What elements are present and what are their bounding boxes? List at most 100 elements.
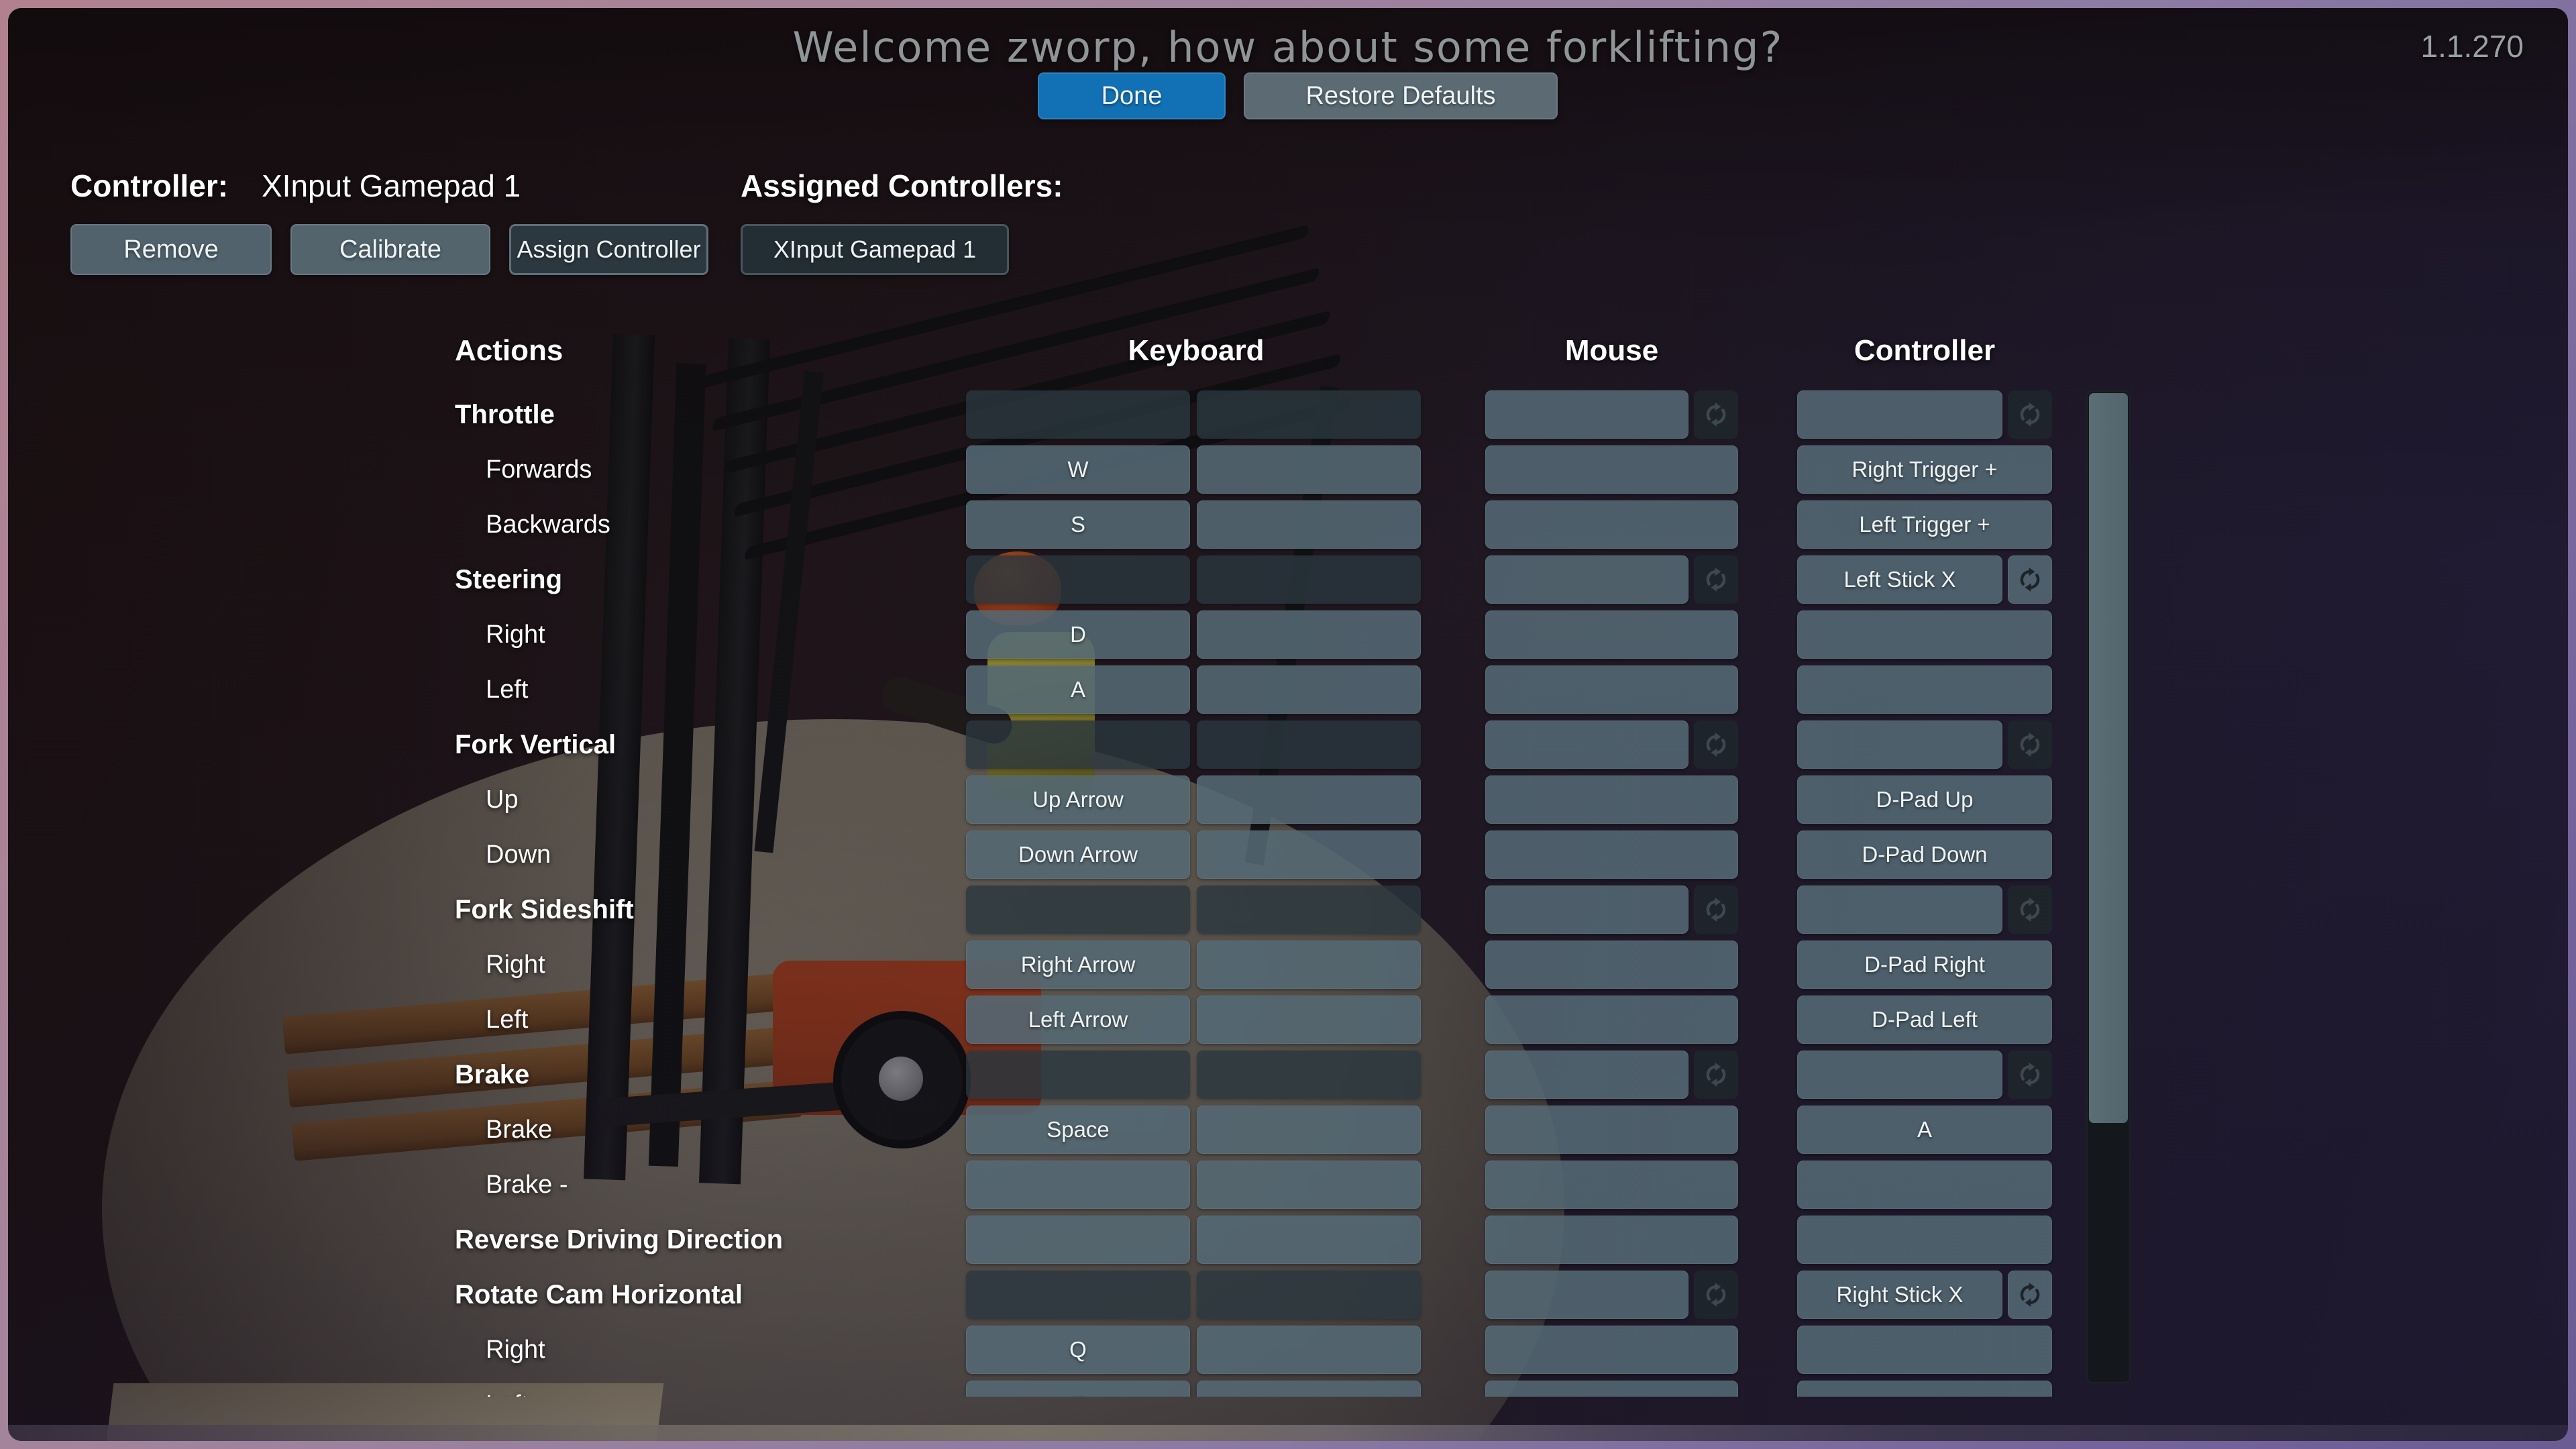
keyboard-alt-binding-cell[interactable] [1197,1326,1421,1374]
mouse-binding-cell[interactable] [1485,996,1738,1044]
controller-binding-cell[interactable] [1797,610,2052,659]
assign-controller-button[interactable]: Assign Controller [509,224,708,275]
controller-invert-button[interactable] [2008,1271,2052,1319]
keyboard-alt-binding-cell[interactable] [1197,1216,1421,1264]
keyboard-alt-binding-cell[interactable] [1197,665,1421,714]
keyboard-alt-binding-cell[interactable] [1197,941,1421,989]
done-button[interactable]: Done [1038,72,1226,119]
controller-binding-cell[interactable] [1797,885,2002,934]
controller-binding-cell[interactable] [1797,720,2002,769]
keyboard-binding-cell[interactable]: S [966,500,1190,549]
mouse-binding-cell[interactable] [1485,720,1688,769]
keyboard-binding-cell[interactable] [966,1161,1190,1209]
mouse-binding-cell[interactable] [1485,775,1738,824]
controller-binding-cell[interactable] [1797,390,2002,439]
table-row-forwards: Forwards W Right Trigger + [8,445,2141,494]
remove-button[interactable]: Remove [70,224,272,275]
mouse-binding-cell[interactable] [1485,445,1738,494]
controller-invert-button[interactable] [2008,555,2052,604]
mouse-binding-cell[interactable] [1485,500,1738,549]
mouse-binding-cell[interactable] [1485,1216,1738,1264]
keyboard-binding-cell[interactable]: Down Arrow [966,830,1190,879]
scrollbar-thumb[interactable] [2089,393,2128,1123]
mouse-binding-cell[interactable] [1485,555,1688,604]
mouse-binding-cell[interactable] [1485,941,1738,989]
controller-binding-cell[interactable]: A [1797,1106,2052,1154]
controller-invert-button[interactable] [2008,720,2052,769]
keyboard-alt-binding-cell[interactable] [1197,555,1421,604]
controller-invert-button[interactable] [2008,885,2052,934]
controller-binding-cell[interactable] [1797,1161,2052,1209]
controller-invert-button[interactable] [2008,390,2052,439]
keyboard-alt-binding-cell[interactable] [1197,500,1421,549]
controller-binding-cell[interactable]: D-Pad Up [1797,775,2052,824]
mouse-binding-cell[interactable] [1485,1381,1738,1397]
table-scrollbar[interactable] [2086,390,2131,1383]
keyboard-binding-cell[interactable]: Space [966,1106,1190,1154]
keyboard-binding-cell[interactable] [966,885,1190,934]
assigned-controller-chip[interactable]: XInput Gamepad 1 [741,224,1009,275]
mouse-binding-cell[interactable] [1485,885,1688,934]
keyboard-alt-binding-cell[interactable] [1197,720,1421,769]
mouse-binding-cell[interactable] [1485,390,1688,439]
mouse-invert-button[interactable] [1694,885,1738,934]
keyboard-binding-cell[interactable] [966,1051,1190,1099]
mouse-binding-cell[interactable] [1485,1326,1738,1374]
invert-axis-icon [2015,400,2045,429]
mouse-invert-button[interactable] [1694,1271,1738,1319]
keyboard-alt-binding-cell[interactable] [1197,775,1421,824]
mouse-binding-cell[interactable] [1485,1161,1738,1209]
keyboard-binding-cell[interactable] [966,390,1190,439]
keyboard-binding-cell[interactable]: W [966,445,1190,494]
controller-binding-cell[interactable] [1797,1051,2002,1099]
keyboard-binding-cell[interactable] [966,555,1190,604]
keyboard-binding-cell[interactable]: Right Arrow [966,941,1190,989]
restore-defaults-button[interactable]: Restore Defaults [1244,72,1558,119]
keyboard-alt-binding-cell[interactable] [1197,885,1421,934]
keyboard-alt-binding-cell[interactable] [1197,1106,1421,1154]
mouse-invert-button[interactable] [1694,720,1738,769]
keyboard-alt-binding-cell[interactable] [1197,1271,1421,1319]
keyboard-binding-cell[interactable]: E [966,1381,1190,1397]
keyboard-alt-binding-cell[interactable] [1197,830,1421,879]
controller-binding-cell[interactable]: Left Stick X [1797,555,2002,604]
keyboard-binding-cell[interactable]: Left Arrow [966,996,1190,1044]
keyboard-alt-binding-cell[interactable] [1197,1161,1421,1209]
mouse-binding-cell[interactable] [1485,1106,1738,1154]
invert-axis-icon [1701,1060,1731,1089]
keyboard-alt-binding-cell[interactable] [1197,1381,1421,1397]
keyboard-alt-binding-cell[interactable] [1197,445,1421,494]
mouse-binding-cell[interactable] [1485,1271,1688,1319]
keyboard-binding-cell[interactable] [966,720,1190,769]
controller-binding-cell[interactable]: D-Pad Left [1797,996,2052,1044]
calibrate-button[interactable]: Calibrate [290,224,490,275]
keyboard-binding-cell[interactable] [966,1216,1190,1264]
keyboard-binding-cell[interactable]: Q [966,1326,1190,1374]
mouse-binding-cell[interactable] [1485,830,1738,879]
controller-binding-cell[interactable]: Right Trigger + [1797,445,2052,494]
mouse-invert-button[interactable] [1694,390,1738,439]
keyboard-binding-cell[interactable]: A [966,665,1190,714]
controller-binding-cell[interactable] [1797,1326,2052,1374]
controller-binding-cell[interactable]: Right Stick X [1797,1271,2002,1319]
controller-binding-cell[interactable] [1797,1381,2052,1397]
keyboard-alt-binding-cell[interactable] [1197,390,1421,439]
mouse-binding-cell[interactable] [1485,610,1738,659]
keyboard-binding-cell[interactable]: D [966,610,1190,659]
invert-axis-icon [2015,895,2045,924]
controller-binding-cell[interactable] [1797,665,2052,714]
controller-binding-cell[interactable]: Left Trigger + [1797,500,2052,549]
controller-invert-button[interactable] [2008,1051,2052,1099]
mouse-binding-cell[interactable] [1485,665,1738,714]
keyboard-binding-cell[interactable]: Up Arrow [966,775,1190,824]
mouse-invert-button[interactable] [1694,1051,1738,1099]
mouse-invert-button[interactable] [1694,555,1738,604]
keyboard-alt-binding-cell[interactable] [1197,610,1421,659]
keyboard-binding-cell[interactable] [966,1271,1190,1319]
controller-binding-cell[interactable]: D-Pad Down [1797,830,2052,879]
mouse-binding-cell[interactable] [1485,1051,1688,1099]
controller-binding-cell[interactable] [1797,1216,2052,1264]
controller-binding-cell[interactable]: D-Pad Right [1797,941,2052,989]
keyboard-alt-binding-cell[interactable] [1197,1051,1421,1099]
keyboard-alt-binding-cell[interactable] [1197,996,1421,1044]
